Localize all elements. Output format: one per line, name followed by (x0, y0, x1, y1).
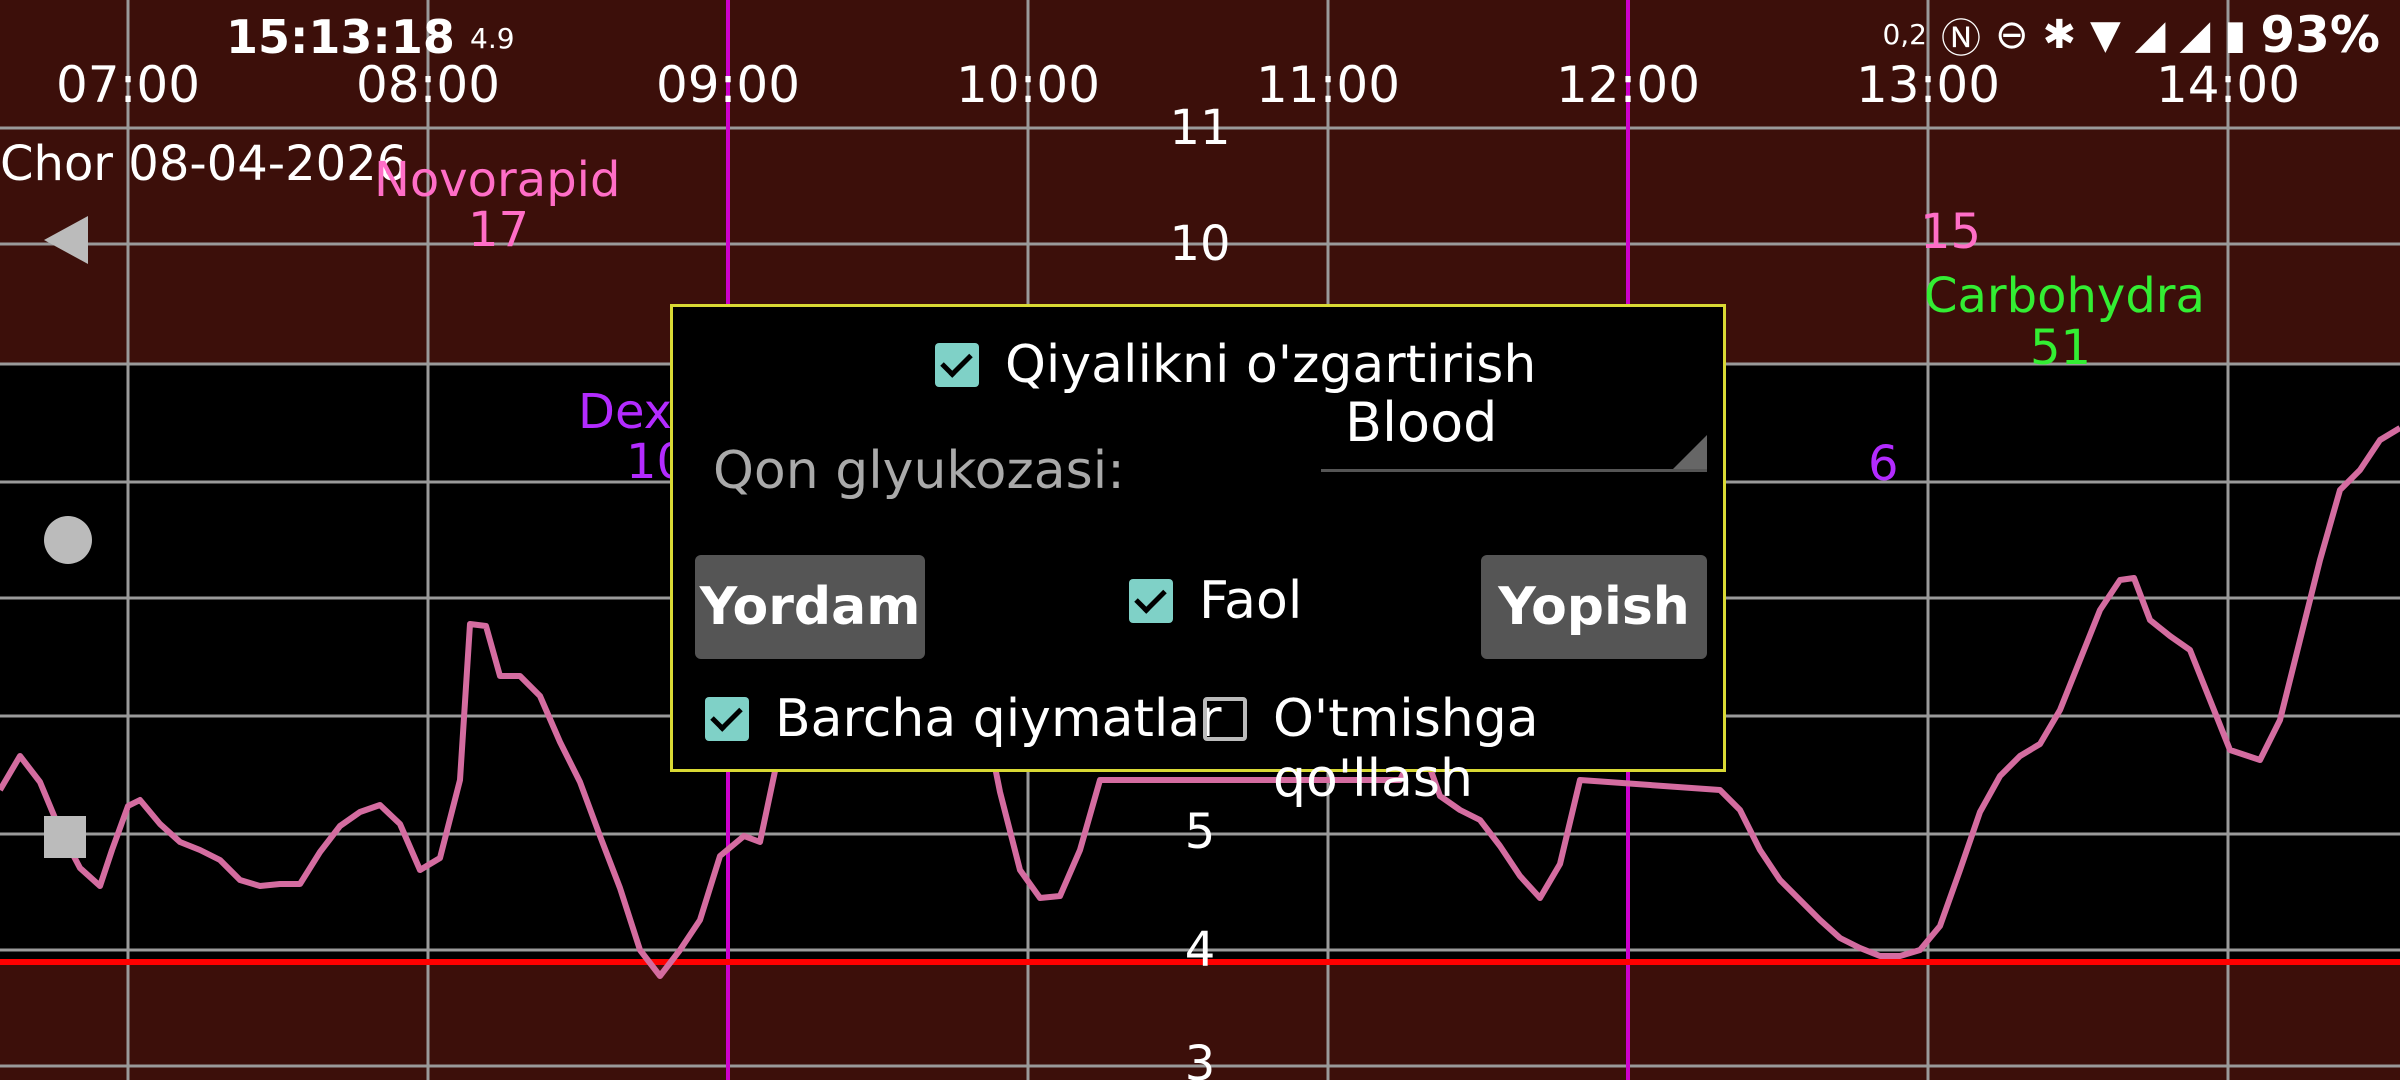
carbohydrate-value: 51 (2030, 320, 2092, 376)
time-label: 07:00 (56, 56, 200, 114)
scroll-left-icon[interactable] (44, 216, 88, 264)
dex-label: Dex (578, 384, 673, 440)
y-axis-label: 11 (1169, 100, 1230, 156)
time-label: 14:00 (2156, 56, 2300, 114)
signal-icon: ◢ (2179, 12, 2211, 58)
status-time: 15:13:18 (226, 10, 455, 64)
status-icons: 0,2 Ⓝ ⊖ ✱ ▼ ◢ ◢ ▮ 93% (1882, 6, 2380, 64)
insulin-value-2: 15 (1920, 204, 1982, 260)
novorapid-value: 17 (468, 202, 530, 258)
apply-past-label: O'tmishga qo'llash (1273, 689, 1539, 809)
help-button[interactable]: Yordam (695, 555, 925, 659)
time-label: 12:00 (1556, 56, 1700, 114)
dex-value-2: 6 (1868, 436, 1899, 492)
bluetooth-icon: ✱ (2042, 12, 2076, 58)
apply-past-checkbox[interactable] (1203, 697, 1247, 741)
glucose-type-dropdown[interactable]: Blood (1321, 377, 1707, 472)
nfc-icon: Ⓝ (1940, 16, 1981, 62)
y-axis-label: 4 (1185, 922, 1216, 978)
dnd-icon: ⊖ (1994, 12, 2029, 58)
date-label: Chor 08-04-2026 (0, 136, 408, 192)
square-marker-icon[interactable] (44, 816, 86, 858)
time-label: 09:00 (656, 56, 800, 114)
circle-marker-icon[interactable] (44, 516, 92, 564)
all-values-label: Barcha qiymatlar (775, 689, 1222, 749)
y-axis-label: 3 (1185, 1036, 1216, 1080)
y-axis-label: 5 (1185, 804, 1216, 860)
dropdown-arrow-icon (1673, 435, 1707, 469)
glucose-type-value: Blood (1345, 391, 1498, 454)
carbohydrate-label: Carbohydra (1924, 268, 2205, 324)
glucose-label: Qon glyukozasi: (713, 441, 1125, 501)
wifi-icon: ▼ (2090, 12, 2121, 58)
time-label: 08:00 (356, 56, 500, 114)
active-label: Faol (1199, 571, 1303, 631)
novorapid-label: Novorapid (374, 152, 621, 208)
time-label: 13:00 (1856, 56, 2000, 114)
settings-dialog: Qiyalikni o'zgartirish Qon glyukozasi: B… (670, 304, 1726, 809)
status-small-value: 4.9 (470, 22, 515, 55)
y-axis-label: 10 (1169, 216, 1230, 272)
active-checkbox[interactable] (1129, 579, 1173, 623)
close-button[interactable]: Yopish (1481, 555, 1707, 659)
time-label: 10:00 (956, 56, 1100, 114)
time-label: 11:00 (1256, 56, 1400, 114)
signal-r-icon: ◢ (2134, 12, 2166, 58)
battery-percentage: 93% (2260, 6, 2380, 64)
network-speed: 0,2 (1882, 18, 1927, 51)
battery-icon: ▮ (2224, 12, 2247, 58)
change-scale-checkbox[interactable] (935, 343, 979, 387)
all-values-checkbox[interactable] (705, 697, 749, 741)
